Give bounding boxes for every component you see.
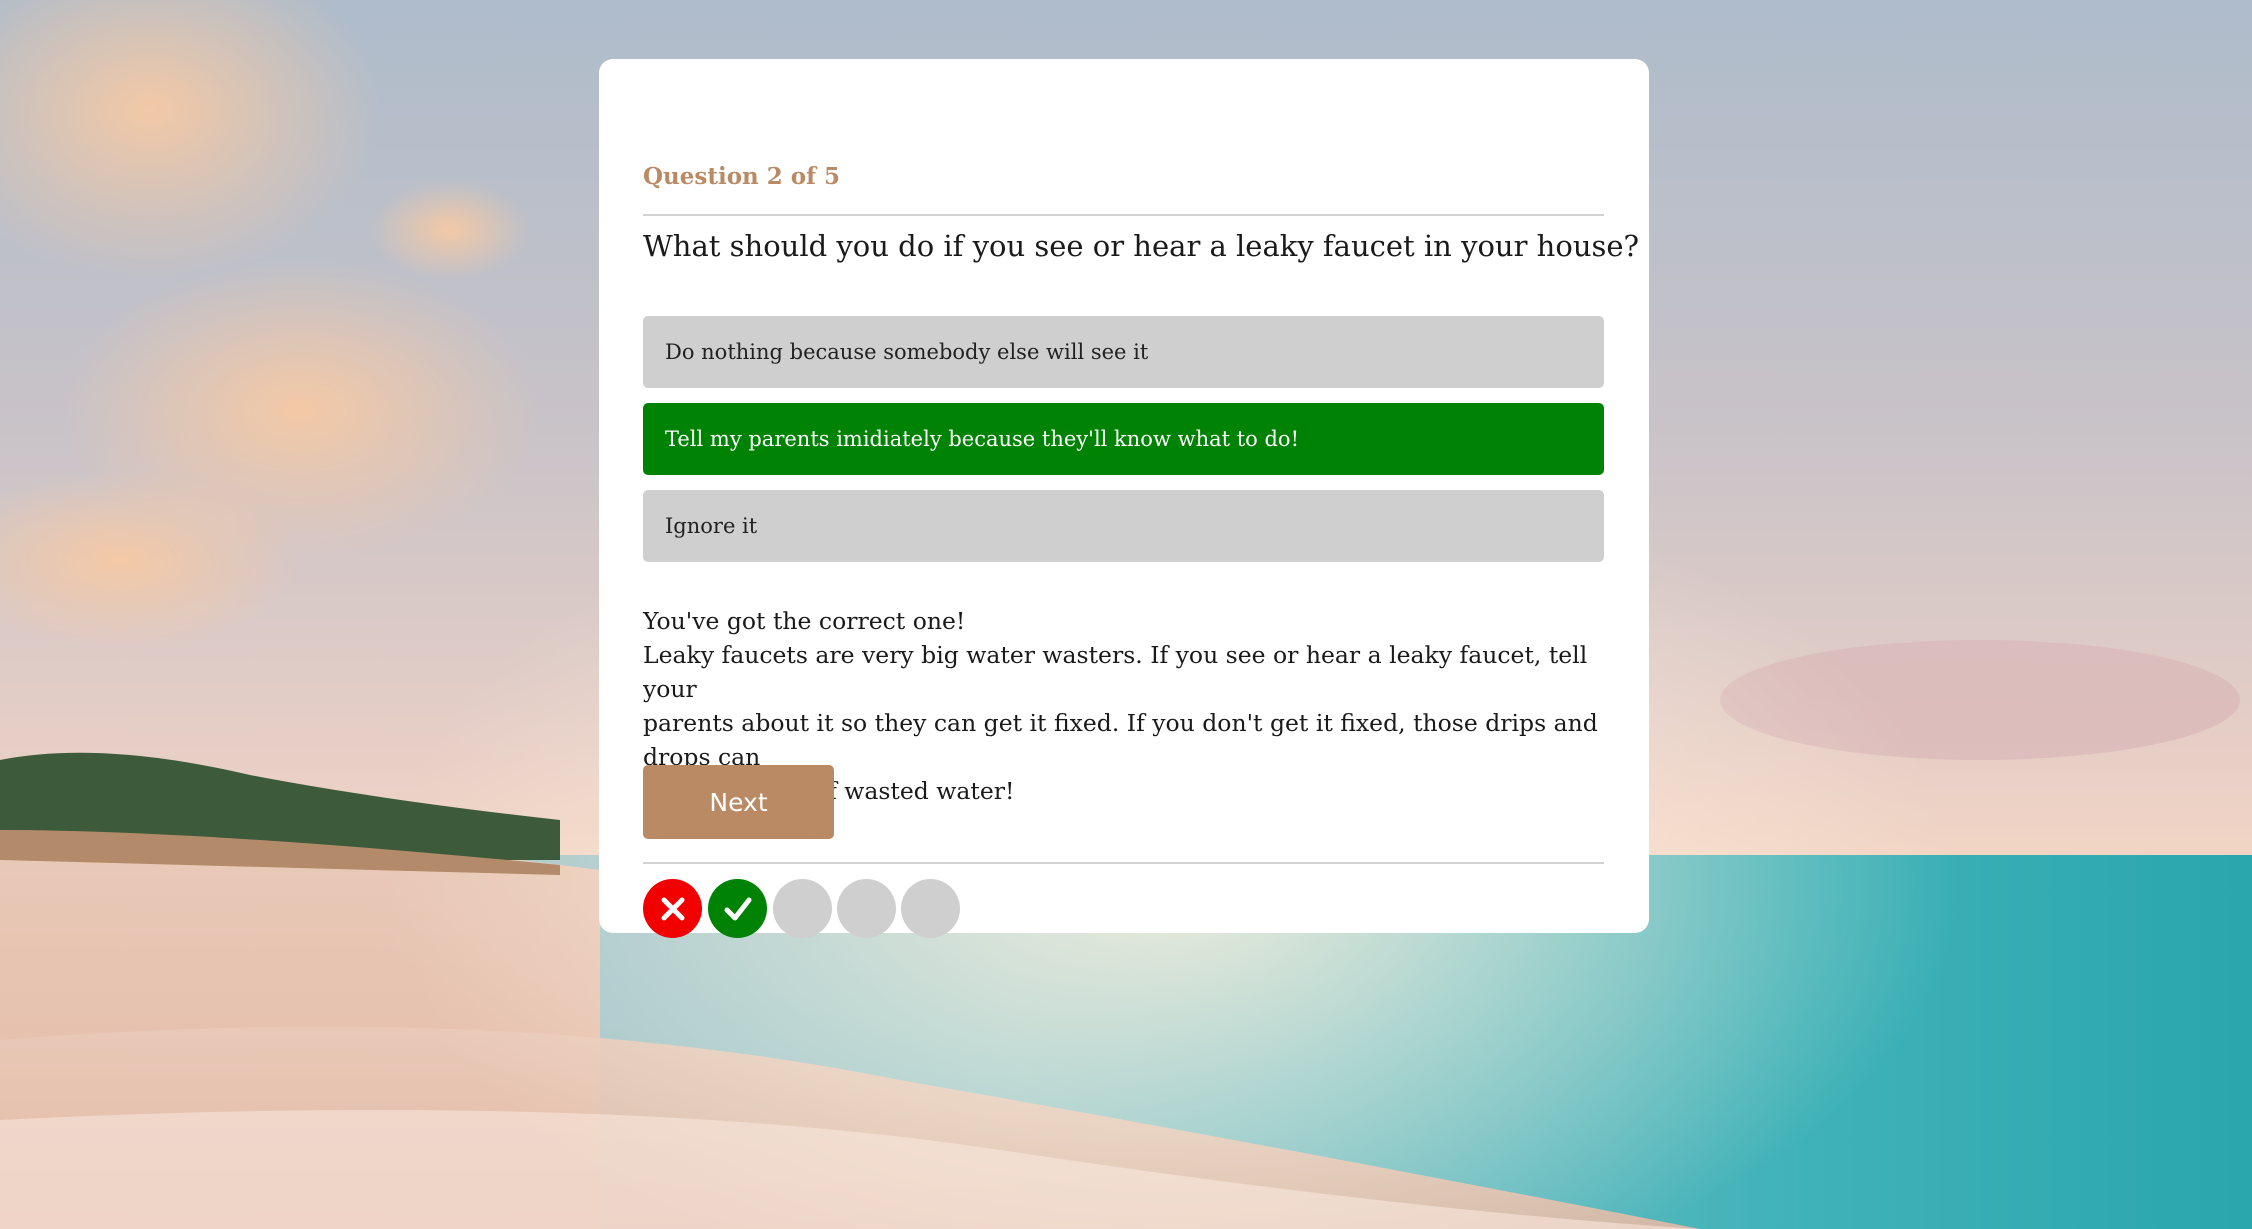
- question-text: What should you do if you see or hear a …: [643, 229, 1640, 263]
- progress-dot-pending: [773, 879, 832, 938]
- progress-dot-pending: [837, 879, 896, 938]
- answer-option[interactable]: Do nothing because somebody else will se…: [643, 316, 1604, 388]
- feedback-line: parents about it so they can get it fixe…: [643, 709, 1598, 771]
- x-icon: [661, 897, 684, 920]
- progress-dot-correct: [708, 879, 767, 938]
- quiz-card: Question 2 of 5 What should you do if yo…: [599, 59, 1649, 938]
- feedback-line: Leaky faucets are very big water wasters…: [643, 641, 1588, 703]
- next-button[interactable]: Next: [643, 765, 834, 839]
- divider: [643, 214, 1604, 216]
- question-counter: Question 2 of 5: [643, 163, 841, 190]
- answer-option[interactable]: Ignore it: [643, 490, 1604, 562]
- feedback-headline: You've got the correct one!: [643, 607, 966, 635]
- progress-dot-wrong: [643, 879, 702, 938]
- divider: [643, 862, 1604, 864]
- answer-option-correct[interactable]: Tell my parents imidiately because they'…: [643, 403, 1604, 475]
- progress-dot-pending: [901, 879, 960, 938]
- check-icon: [724, 897, 751, 920]
